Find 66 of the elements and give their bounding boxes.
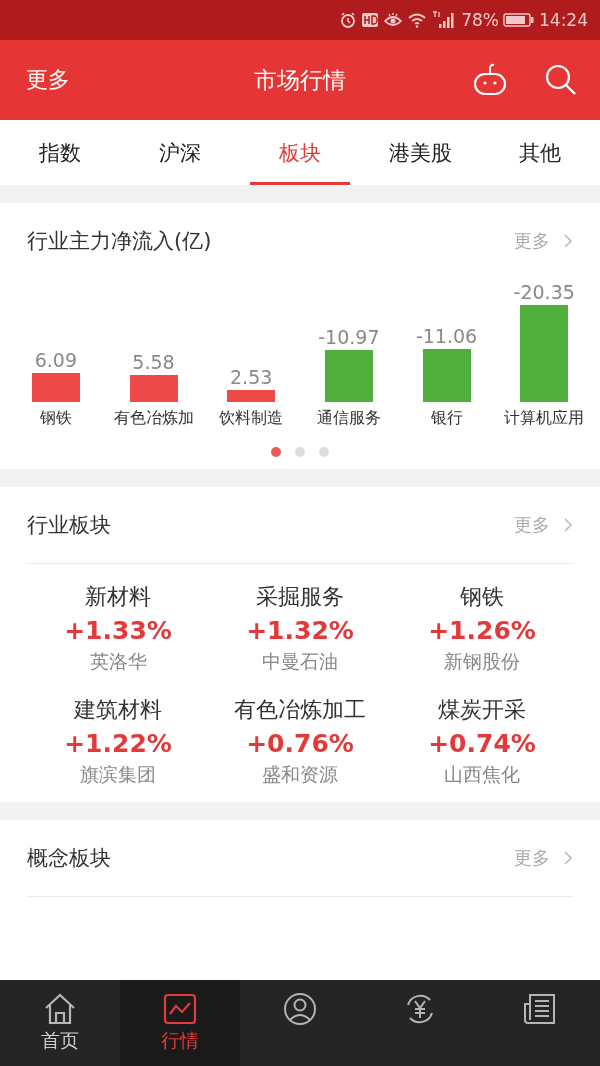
flow-value: -10.97 [318, 325, 380, 348]
clock-time: 14:24 [539, 10, 588, 30]
leading-stock: 英洛华 [89, 649, 147, 674]
flow-value: -11.06 [415, 325, 478, 348]
leading-stock: 旗滨集团 [80, 762, 156, 787]
market-tab[interactable]: 港美股 [360, 120, 480, 185]
battery-icon [503, 12, 535, 28]
page-dot[interactable] [271, 447, 281, 457]
chevron-icon [564, 234, 573, 248]
sector-name[interactable]: 煤炭开采 [438, 695, 526, 725]
flow-value: -20.35 [513, 281, 575, 303]
flow-value: 2.53 [230, 365, 273, 388]
sector-change: +1.26% [428, 616, 536, 645]
sector-name[interactable]: 有色冶炼加工 [234, 695, 366, 725]
robot-icon[interactable] [472, 63, 508, 97]
nav-tab[interactable]: 行情 [120, 980, 240, 1066]
section-title: 概念板块 [27, 845, 111, 872]
leading-stock: 中曼石油 [262, 649, 338, 674]
sector-name[interactable]: 建筑材料 [74, 695, 162, 725]
leading-stock: 山西焦化 [444, 762, 520, 787]
newspaper-icon [523, 992, 557, 1026]
page-title: 市场行情 [254, 65, 346, 95]
market-tab[interactable]: 沪深 [120, 120, 240, 185]
page-dot[interactable] [295, 447, 305, 457]
hd-icon [361, 12, 380, 28]
nav-tab[interactable]: 首页 [0, 980, 120, 1066]
sector-label: 通信服务 [316, 408, 381, 429]
leading-stock: 新钢股份 [444, 649, 520, 674]
sector-name[interactable]: 钢铁 [460, 582, 504, 612]
flow-value: 5.58 [132, 351, 175, 374]
sector-change: +0.74% [428, 729, 536, 758]
section-title: 行业板块 [27, 512, 111, 539]
market-tab[interactable]: 指数 [0, 120, 120, 185]
line-chart-icon [163, 992, 197, 1026]
sector-change: +1.33% [64, 616, 172, 645]
sector-name[interactable]: 采掘服务 [256, 582, 344, 612]
flow-bar [129, 375, 178, 402]
search-icon[interactable] [544, 63, 578, 97]
eye-icon [383, 12, 404, 28]
sector-label: 饮料制造 [219, 408, 284, 429]
alarm-icon [339, 11, 358, 29]
leading-stock: 盛和资源 [262, 762, 338, 787]
sector-label: 有色冶炼加 [113, 408, 194, 429]
page-dot[interactable] [319, 447, 329, 457]
sector-label: 银行 [430, 408, 463, 429]
sector-change: +0.76% [246, 729, 354, 758]
sector-label: 计算机应用 [504, 408, 585, 429]
flow-value: 6.09 [34, 349, 77, 371]
battery-percent: 78% [461, 10, 499, 30]
flow-bar [324, 349, 373, 402]
market-tab[interactable]: 其他 [480, 120, 600, 185]
more-link[interactable]: 更多 [26, 65, 70, 95]
wifi-icon [407, 12, 428, 28]
sector-name[interactable]: 新材料 [85, 582, 151, 612]
chevron-icon [564, 518, 573, 532]
person-icon [283, 992, 317, 1026]
section-title: 行业主力净流入(亿) [27, 228, 212, 255]
flow-bar [422, 349, 471, 402]
flow-bar [31, 373, 80, 402]
market-tab[interactable]: 板块 [250, 120, 350, 185]
flow-bar [227, 389, 276, 402]
sector-change: +1.32% [246, 616, 354, 645]
home-icon [43, 992, 77, 1026]
sector-label: 钢铁 [39, 408, 72, 429]
chevron-icon [564, 851, 573, 865]
sector-change: +1.22% [64, 729, 172, 758]
